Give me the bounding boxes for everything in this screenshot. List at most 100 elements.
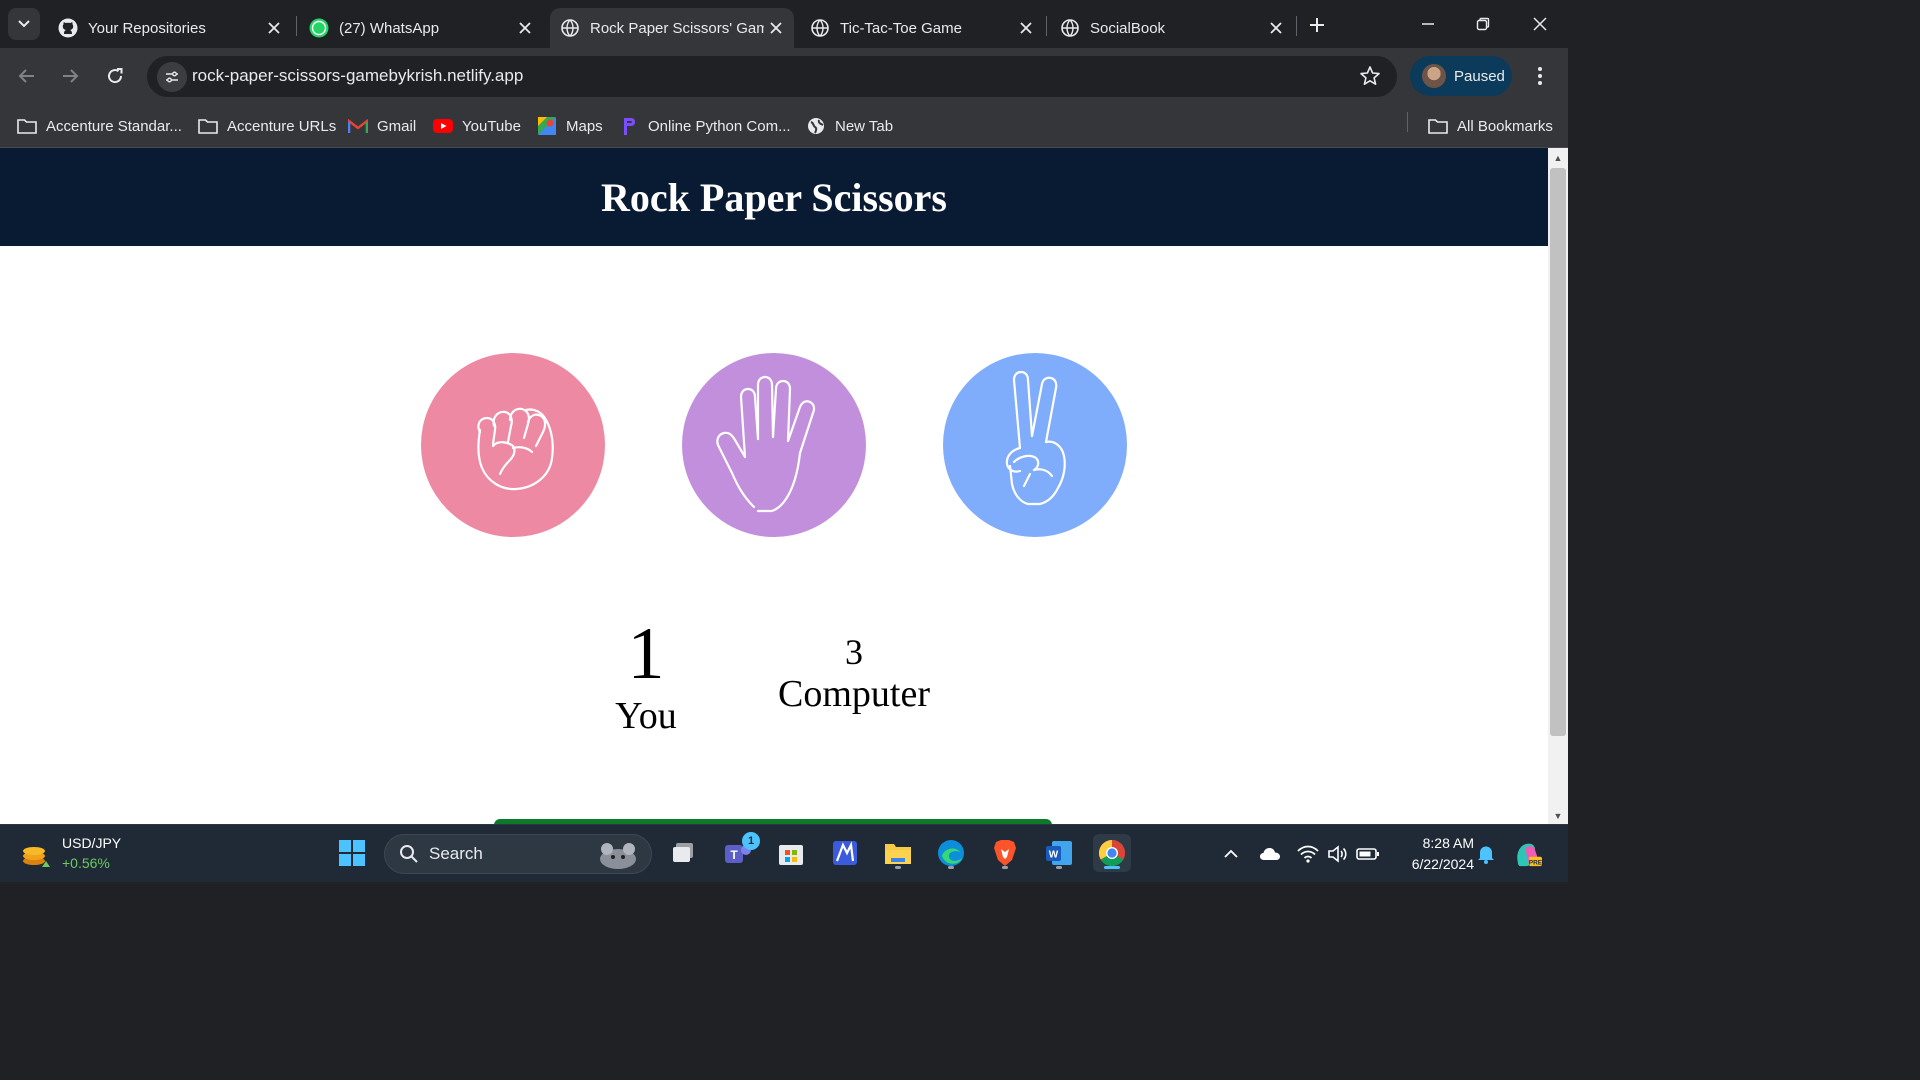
clock-time: 8:28 AM (1422, 835, 1474, 851)
search-label: Search (429, 844, 483, 863)
close-window-button[interactable] (1518, 6, 1562, 42)
teams-taskbar-button[interactable]: T 1 (718, 832, 760, 872)
bookmarks-separator (1407, 112, 1408, 132)
scroll-down-arrow-icon[interactable]: ▼ (1548, 808, 1568, 824)
copilot-button[interactable]: PRE (1514, 840, 1542, 868)
new-tab-button[interactable] (1304, 12, 1330, 38)
folder-icon (1428, 116, 1448, 136)
wifi-icon (1297, 845, 1319, 863)
edge-icon (938, 840, 964, 866)
user-score-label: You (615, 695, 677, 737)
bookmark-gmail[interactable]: Gmail (348, 112, 416, 140)
close-icon[interactable] (764, 16, 788, 40)
taskbar-search[interactable]: Search (384, 834, 652, 874)
notifications-button[interactable] (1472, 840, 1500, 868)
page-scrollbar[interactable]: ▲ ▼ (1548, 148, 1568, 824)
close-icon[interactable] (262, 16, 286, 40)
url-text[interactable]: rock-paper-scissors-gamebykrish.netlify.… (192, 66, 523, 86)
speaker-icon (1328, 845, 1347, 863)
address-bar[interactable]: rock-paper-scissors-gamebykrish.netlify.… (147, 56, 1397, 97)
tab-title: Your Repositories (88, 19, 206, 37)
bookmark-new-tab[interactable]: New Tab (806, 112, 893, 140)
browser-menu-button[interactable] (1526, 60, 1554, 92)
bookmark-label: Accenture URLs (227, 117, 337, 135)
rock-choice-button[interactable] (421, 353, 605, 537)
show-hidden-icons-button[interactable] (1217, 840, 1245, 868)
search-icon (400, 845, 418, 863)
network-button[interactable] (1294, 840, 1322, 868)
back-button[interactable] (11, 60, 43, 92)
minimize-button[interactable] (1406, 6, 1450, 42)
volume-button[interactable] (1324, 840, 1352, 868)
start-button[interactable] (333, 834, 371, 872)
youtube-icon (433, 116, 453, 136)
chevron-down-icon (18, 20, 30, 28)
python-compiler-icon (619, 116, 639, 136)
folder-icon (17, 116, 37, 136)
paper-choice-button[interactable] (682, 353, 866, 537)
tab-rock-paper-scissors[interactable]: Rock Paper Scissors' Gam (550, 8, 794, 48)
brave-taskbar-button[interactable] (986, 834, 1024, 872)
browser-toolbar: rock-paper-scissors-gamebykrish.netlify.… (0, 48, 1568, 104)
bookmark-star-icon[interactable] (1359, 65, 1381, 92)
copilot-icon: PRE (1517, 843, 1542, 866)
folder-icon (198, 116, 218, 136)
scrollbar-thumb[interactable] (1550, 168, 1566, 736)
word-taskbar-button[interactable]: W (1040, 834, 1078, 872)
profile-status-label: Paused (1454, 67, 1505, 85)
computer-score: 3 (845, 632, 863, 672)
bookmark-accenture-urls[interactable]: Accenture URLs (198, 112, 336, 140)
running-indicator (948, 866, 954, 869)
reload-button[interactable] (99, 60, 131, 92)
file-explorer-taskbar-button[interactable] (879, 834, 917, 872)
bookmark-online-python-compiler[interactable]: Online Python Com... (619, 112, 791, 140)
tab-title: (27) WhatsApp (339, 19, 440, 37)
bookmark-maps[interactable]: Maps (537, 112, 603, 140)
bookmarks-bar: Accenture Standar... Accenture URLs Gmai… (0, 104, 1568, 148)
task-view-button[interactable] (664, 834, 702, 872)
globe-icon (560, 18, 580, 38)
gmail-icon (348, 116, 368, 136)
battery-button[interactable] (1354, 840, 1382, 868)
app-taskbar-button[interactable] (826, 834, 864, 872)
onedrive-tray-button[interactable] (1256, 840, 1284, 868)
user-score-block: 1 You (586, 614, 706, 738)
all-bookmarks-button[interactable]: All Bookmarks (1428, 112, 1553, 140)
tune-icon (166, 71, 178, 83)
close-icon[interactable] (513, 16, 537, 40)
chrome-taskbar-button[interactable] (1093, 834, 1131, 872)
plus-icon (1310, 18, 1324, 32)
close-icon[interactable] (1014, 16, 1038, 40)
tab-whatsapp[interactable]: (27) WhatsApp (299, 8, 543, 48)
store-taskbar-button[interactable] (772, 834, 810, 872)
page-viewport: Rock Paper Scissors 1 You 3 Computer (0, 148, 1548, 824)
close-icon[interactable] (1264, 16, 1288, 40)
tab-your-repositories[interactable]: Your Repositories (48, 8, 292, 48)
maps-icon (537, 116, 557, 136)
bookmark-label: New Tab (835, 117, 894, 135)
tab-socialbook[interactable]: SocialBook (1050, 8, 1294, 48)
svg-text:W: W (1049, 850, 1059, 861)
tab-search-button[interactable] (8, 8, 40, 40)
bookmark-youtube[interactable]: YouTube (433, 112, 521, 140)
minimize-icon (1422, 23, 1434, 25)
fist-icon (477, 407, 554, 491)
scroll-up-arrow-icon[interactable]: ▲ (1548, 150, 1568, 166)
bookmark-label: Online Python Com... (648, 117, 791, 135)
tab-title: SocialBook (1090, 19, 1166, 37)
site-info-button[interactable] (157, 62, 187, 92)
forward-button[interactable] (54, 60, 86, 92)
scissors-choice-button[interactable] (943, 353, 1127, 537)
system-clock[interactable]: 8:28 AM 6/22/2024 (1390, 833, 1474, 875)
profile-button[interactable]: Paused (1410, 56, 1512, 96)
currency-widget[interactable]: USD/JPY +0.56% (20, 833, 121, 873)
chrome-icon (1098, 839, 1126, 867)
bookmark-label: Accenture Standar... (46, 117, 182, 135)
edge-taskbar-button[interactable] (932, 834, 970, 872)
battery-icon (1356, 848, 1379, 860)
tab-tic-tac-toe[interactable]: Tic-Tac-Toe Game (800, 8, 1044, 48)
bookmark-accenture-standards[interactable]: Accenture Standar... (17, 112, 182, 140)
whatsapp-icon (309, 18, 329, 38)
restore-button[interactable] (1461, 6, 1505, 42)
svg-text:T: T (730, 848, 738, 862)
